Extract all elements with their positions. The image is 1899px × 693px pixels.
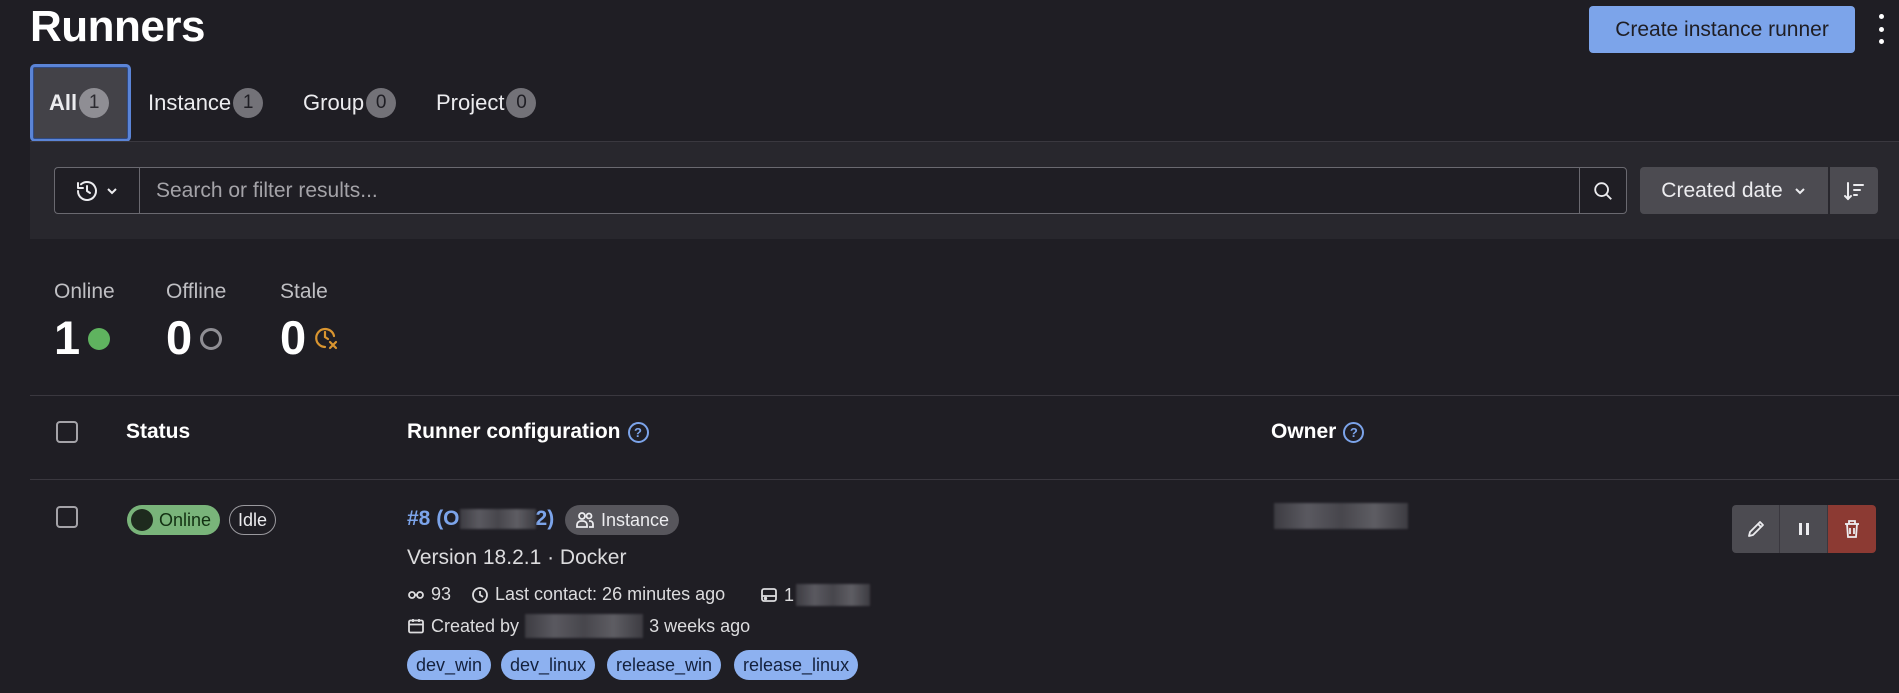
- tab-count: 0: [366, 88, 397, 118]
- sort-label: Created date: [1661, 178, 1783, 202]
- pause-icon: [1798, 523, 1809, 535]
- runner-tag[interactable]: dev_win: [407, 650, 492, 680]
- sort-dropdown[interactable]: Created date: [1640, 167, 1828, 214]
- stat-value: 1: [54, 311, 81, 364]
- tab-instance[interactable]: Instance 1: [148, 64, 264, 142]
- owner-redacted[interactable]: [1274, 503, 1408, 529]
- clock-icon: [472, 586, 488, 603]
- help-icon[interactable]: ?: [1343, 421, 1365, 443]
- runner-version: Version 18.2.1 · Docker: [407, 546, 627, 569]
- runner-tabs: All 1 Instance 1 Group 0 Project 0: [30, 64, 1899, 142]
- stat-label: Stale: [280, 280, 328, 303]
- search-icon: [1594, 181, 1612, 200]
- calendar-icon: [408, 619, 424, 634]
- redacted-text: [525, 614, 644, 638]
- search-input[interactable]: [139, 167, 1580, 214]
- search-button[interactable]: [1579, 167, 1627, 214]
- trash-icon: [1845, 520, 1859, 538]
- tab-label: Instance: [148, 90, 232, 115]
- pause-button[interactable]: [1780, 505, 1828, 553]
- stat-offline: Offline 0: [166, 280, 226, 361]
- stat-label: Online: [54, 280, 115, 303]
- redacted-text: [459, 509, 536, 530]
- table-header-border: [30, 479, 1899, 480]
- history-icon: [77, 180, 97, 201]
- stale-clock-icon: [315, 327, 338, 349]
- redacted-text: [796, 584, 871, 606]
- create-instance-runner-button[interactable]: Create instance runner: [1589, 6, 1855, 53]
- tab-label: Project: [436, 90, 505, 115]
- tab-all[interactable]: All 1: [30, 64, 131, 142]
- row-checkbox[interactable]: [56, 506, 78, 528]
- runner-tag[interactable]: dev_linux: [501, 650, 596, 680]
- status-toggle-icon: [131, 509, 153, 531]
- pencil-icon: [1747, 521, 1764, 537]
- sort-descending-icon: [1844, 181, 1864, 200]
- column-header-config[interactable]: Runner configuration ?: [407, 420, 649, 444]
- tab-group[interactable]: Group 0: [303, 64, 397, 142]
- runner-ip-address: 1: [760, 584, 871, 606]
- recent-searches-button[interactable]: [54, 167, 139, 214]
- runner-type-badge: Instance: [565, 505, 680, 535]
- more-actions-icon[interactable]: [1874, 14, 1888, 44]
- stat-stale: Stale 0: [280, 280, 340, 361]
- stat-value: 0: [280, 311, 307, 364]
- tab-project[interactable]: Project 0: [436, 64, 537, 142]
- sort-direction-button[interactable]: [1830, 167, 1878, 214]
- page-title: Runners: [30, 2, 205, 51]
- pipeline-icon: [408, 590, 424, 599]
- runner-tag[interactable]: release_linux: [734, 650, 859, 680]
- delete-button[interactable]: [1828, 505, 1876, 553]
- tab-count: 1: [79, 88, 110, 118]
- activity-badge: Idle: [229, 505, 277, 535]
- tab-label: All: [49, 90, 78, 115]
- column-header-owner[interactable]: Owner ?: [1271, 420, 1365, 444]
- runner-created: Created by 3 weeks ago: [407, 614, 750, 638]
- online-dot-icon: [88, 327, 111, 350]
- help-icon[interactable]: ?: [627, 421, 649, 443]
- select-all-checkbox[interactable]: [56, 421, 78, 443]
- chevron-down-icon: [1794, 187, 1805, 194]
- runner-tag[interactable]: release_win: [607, 650, 722, 680]
- chevron-down-icon: [107, 187, 117, 194]
- runner-jobs: 93: [407, 584, 451, 605]
- stat-online: Online 1: [54, 280, 115, 361]
- runner-link[interactable]: #8 (O 2): [407, 507, 554, 531]
- edit-button[interactable]: [1732, 505, 1780, 553]
- status-badge-online: Online: [127, 505, 221, 535]
- table-top-border: [30, 395, 1899, 396]
- offline-ring-icon: [200, 327, 223, 350]
- server-icon: [761, 588, 777, 602]
- runner-last-contact: Last contact: 26 minutes ago: [471, 584, 725, 605]
- tab-count: 0: [506, 88, 537, 118]
- stat-label: Offline: [166, 280, 227, 303]
- stat-value: 0: [166, 311, 193, 364]
- tab-count: 1: [233, 88, 264, 118]
- row-actions: [1732, 505, 1876, 553]
- column-header-status[interactable]: Status: [126, 420, 190, 444]
- users-icon: [576, 512, 594, 528]
- tab-label: Group: [303, 90, 365, 115]
